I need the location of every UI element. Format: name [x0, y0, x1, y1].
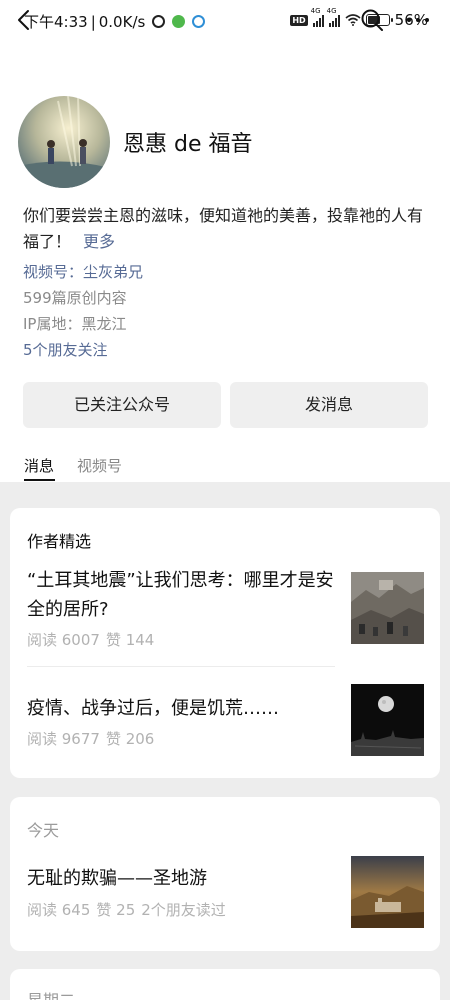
more-icon[interactable]: [402, 6, 434, 34]
search-icon[interactable]: [358, 6, 386, 34]
article-stats: 阅读 645 赞 25 2个朋友读过: [27, 901, 226, 919]
featured-title: 作者精选: [27, 532, 92, 551]
bio-more-link[interactable]: 更多: [83, 232, 115, 251]
divider: [27, 666, 335, 667]
article-thumbnail[interactable]: [351, 856, 424, 928]
friends-follow-link[interactable]: 5个朋友关注: [23, 339, 108, 360]
status-speed: 0.0K/s: [98, 12, 146, 31]
profile-header: 下午4:33 | 0.0K/s HD 4G 4G 56% 恩惠 de 福音 你们…: [0, 0, 450, 482]
signal-icon-2: 4G: [327, 7, 340, 27]
channel-link[interactable]: 视频号：尘灰弟兄: [23, 261, 143, 282]
original-count: 599篇原创内容: [23, 289, 127, 307]
account-avatar[interactable]: [18, 96, 110, 188]
article-thumbnail[interactable]: [351, 572, 424, 644]
tab-channels[interactable]: 视频号: [77, 455, 122, 476]
tab-messages[interactable]: 消息: [24, 455, 56, 481]
date-label: 今天: [27, 821, 60, 840]
date-label: 星期二: [27, 987, 75, 1000]
article-stats: 阅读 9677 赞 206: [27, 730, 155, 748]
article-thumbnail[interactable]: [351, 684, 424, 756]
account-bio: 你们要尝尝主恩的滋味，便知道祂的美善，投靠祂的人有福了！ 更多: [23, 206, 424, 251]
vpn-icon: [192, 15, 206, 28]
article-title[interactable]: 疫情、战争过后，便是饥荒……: [27, 694, 347, 723]
back-icon[interactable]: [12, 6, 40, 34]
featured-card: 作者精选 “土耳其地震”让我们思考：哪里才是安全的居所? 阅读 6007 赞 14…: [10, 508, 440, 778]
alarm-icon: [152, 15, 166, 28]
hd-icon: HD: [290, 14, 308, 26]
article-title[interactable]: 无耻的欺骗——圣地游: [27, 864, 347, 893]
signal-icon: 4G: [311, 7, 324, 27]
followed-button[interactable]: 已关注公众号: [23, 382, 221, 428]
today-card: 今天 无耻的欺骗——圣地游 阅读 645 赞 25 2个朋友读过: [10, 797, 440, 951]
article-stats: 阅读 6007 赞 144: [27, 631, 155, 649]
account-name: 恩惠 de 福音: [123, 132, 253, 157]
ip-location: IP属地：黑龙江: [23, 315, 127, 333]
next-day-card: 星期二: [10, 969, 440, 1000]
article-title[interactable]: “土耳其地震”让我们思考：哪里才是安全的居所?: [27, 566, 347, 624]
app-notification-icon: [172, 15, 186, 28]
send-message-button[interactable]: 发消息: [230, 382, 428, 428]
